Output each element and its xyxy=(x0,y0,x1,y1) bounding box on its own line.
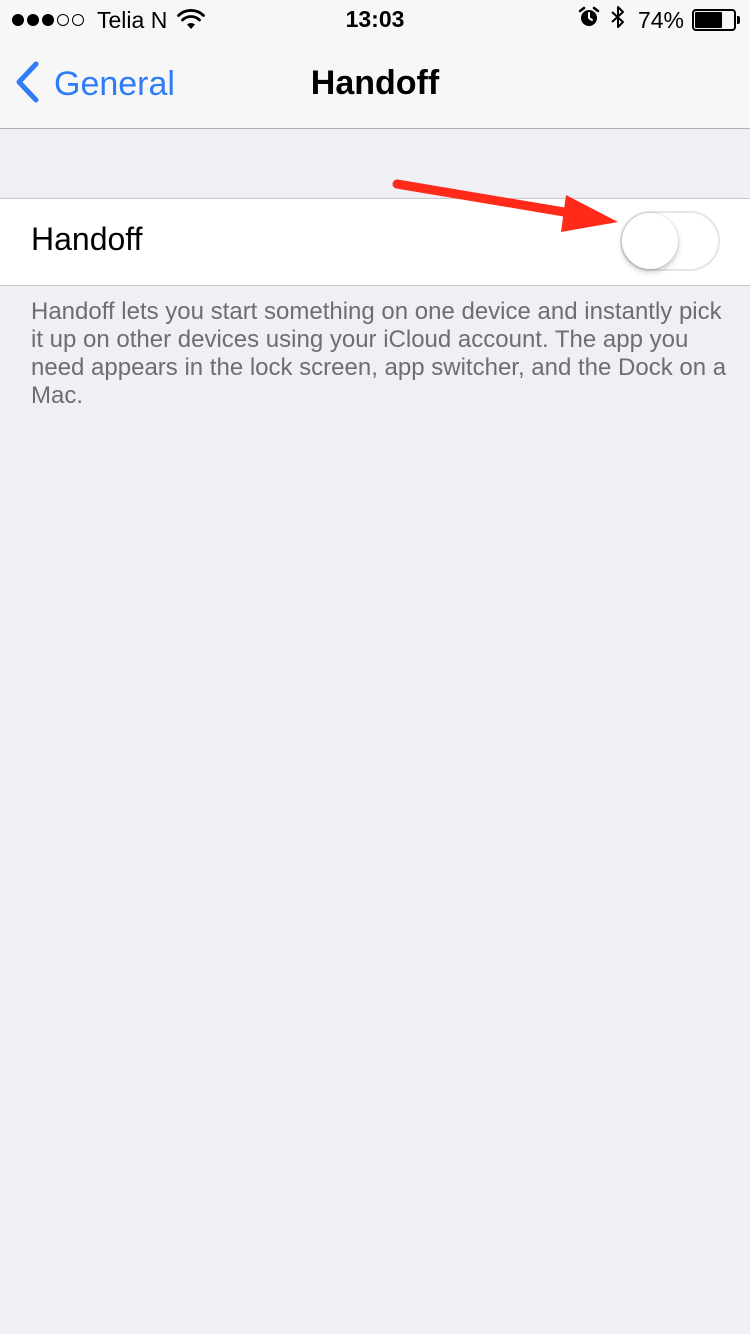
battery-icon xyxy=(692,9,740,31)
bluetooth-icon xyxy=(610,5,626,35)
handoff-description: Handoff lets you start something on one … xyxy=(31,298,727,409)
alarm-icon xyxy=(578,6,600,34)
status-bar: Telia N 13:03 74% xyxy=(0,0,750,40)
navigation-bar: General Handoff xyxy=(0,40,750,129)
status-right: 74% xyxy=(568,6,740,34)
annotation-arrow-icon xyxy=(392,179,618,232)
handoff-cell: Handoff xyxy=(0,198,750,286)
page-title: Handoff xyxy=(310,64,440,102)
handoff-toggle[interactable] xyxy=(620,211,720,271)
toggle-knob xyxy=(622,213,678,269)
battery-percent: 74% xyxy=(637,6,684,33)
handoff-label: Handoff xyxy=(31,221,143,257)
